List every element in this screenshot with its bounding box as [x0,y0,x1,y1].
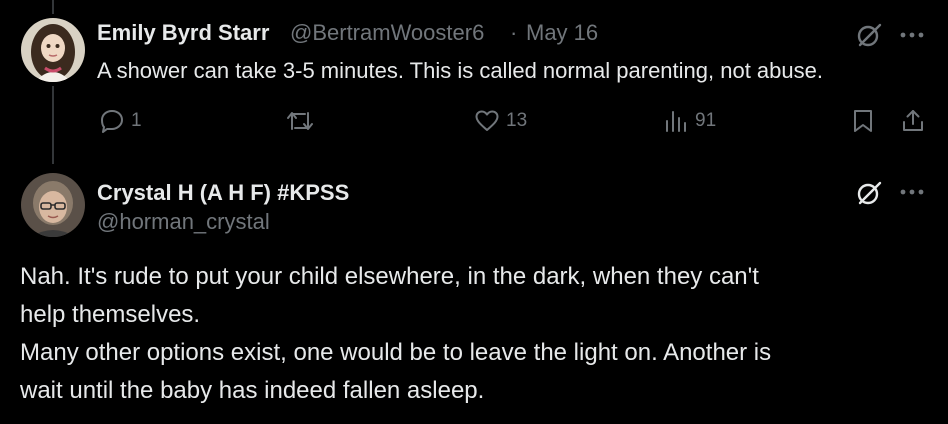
avatar[interactable] [21,173,85,237]
tweet-date[interactable]: May 16 [526,20,598,46]
tweet-text: A shower can take 3-5 minutes. This is c… [97,58,823,83]
views-count: 91 [695,110,717,131]
more-icon[interactable] [900,189,924,195]
reply-icon [99,108,125,134]
tweet-text-line: Nah. It's rude to put your child elsewhe… [20,263,759,290]
author-handle[interactable]: @BertramWooster6 [290,20,484,46]
avatar[interactable] [21,18,85,82]
retweet-icon [285,108,315,134]
views-icon [663,108,689,134]
grok-icon[interactable] [856,180,882,206]
like-count: 13 [506,110,528,131]
more-icon[interactable] [900,32,924,38]
tweet-text-line: help themselves. [20,301,201,328]
thread-line [52,86,54,164]
tweet-text-line: wait until the baby has indeed fallen as… [20,377,485,404]
author-name[interactable]: Emily Byrd Starr [97,20,269,46]
avatar-image-emily [21,18,85,82]
author-handle[interactable]: @horman_crystal [97,209,270,235]
author-name[interactable]: Crystal H (A H F) #KPSS [97,180,349,206]
like-button[interactable]: 13 [474,106,527,136]
share-icon[interactable] [900,107,926,133]
avatar-image-crystal [21,173,85,237]
tweet-text: Nah. It's rude to put your child elsewhe… [20,258,930,410]
reply-button[interactable]: 1 [99,106,142,136]
grok-icon[interactable] [856,22,882,48]
reply-count: 1 [131,110,142,131]
views-button[interactable]: 91 [663,106,716,136]
like-icon [474,108,500,134]
thread-line-top [52,0,54,14]
retweet-button[interactable] [285,106,321,136]
handle-separator: · [510,20,518,45]
bookmark-icon[interactable] [851,108,875,134]
tweet-text-line: Many other options exist, one would be t… [20,339,772,366]
